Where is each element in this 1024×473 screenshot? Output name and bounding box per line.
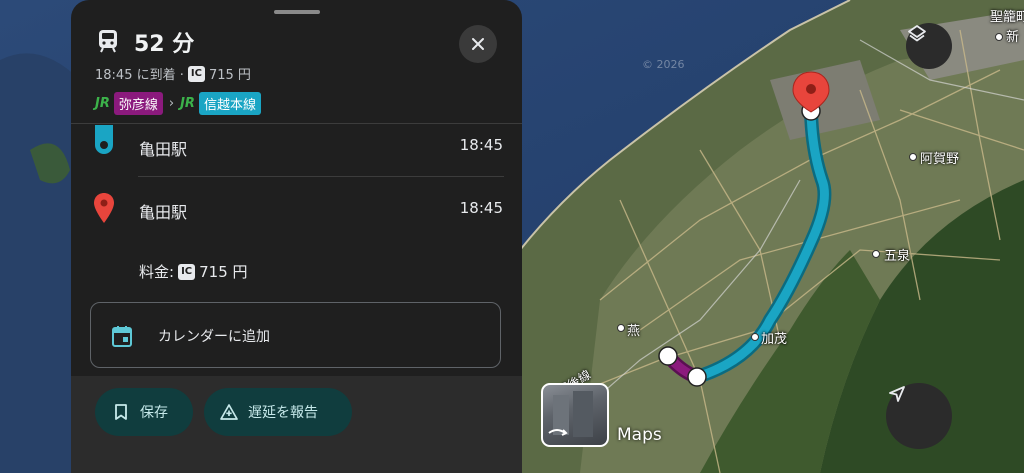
map-city-dot	[872, 250, 880, 258]
layers-icon	[908, 25, 926, 42]
destination-name: 亀田駅	[139, 203, 188, 222]
fare-row: 料金: IC 715 円	[139, 261, 248, 282]
arrival-text: 18:45 に到着 ·	[95, 68, 184, 83]
fare-label: 料金:	[139, 263, 175, 281]
save-button[interactable]: 保存	[95, 388, 193, 436]
chevron-right-icon: ›	[168, 96, 175, 111]
line-chip-shinetsu: 信越本線	[198, 92, 261, 115]
map-city-dot	[617, 324, 625, 332]
warning-add-icon	[220, 404, 238, 420]
map-label-seirou: 聖籠町	[990, 10, 1024, 25]
destination-pin-icon	[94, 193, 114, 223]
map-city-dot	[751, 333, 759, 341]
map-city-dot	[909, 153, 917, 161]
station-icon	[95, 125, 113, 154]
directions-panel: 52 分 18:45 に到着 · IC 715 円 JR 弥彦線 › JR 信越…	[71, 0, 522, 473]
rotate-icon	[548, 391, 593, 437]
map-label-kamo: 加茂	[761, 332, 788, 347]
map-label-agano: 阿賀野	[920, 152, 960, 167]
report-delay-button[interactable]: 遅延を報告	[204, 388, 352, 436]
add-to-calendar-button[interactable]: カレンダーに追加	[90, 302, 501, 368]
bookmark-icon	[115, 404, 127, 420]
calendar-icon	[112, 326, 132, 347]
jr-logo-icon: JR	[95, 96, 110, 111]
line-chip-yahiko: 弥彦線	[113, 92, 163, 115]
fare-amount: 715 円	[199, 263, 248, 281]
add-to-calendar-label: カレンダーに追加	[158, 329, 270, 345]
report-delay-label: 遅延を報告	[248, 405, 318, 421]
close-button[interactable]	[459, 25, 497, 63]
navigation-arrow-icon	[889, 386, 905, 402]
map-city-dot	[995, 33, 1003, 41]
trip-duration: 52 分	[134, 32, 195, 57]
stop-name: 亀田駅	[139, 140, 188, 159]
jr-logo-icon: JR	[180, 96, 195, 111]
map-copyright: © 2026	[642, 58, 685, 71]
close-icon	[472, 38, 484, 50]
train-icon	[99, 30, 117, 53]
destination-time: 18:45	[459, 199, 503, 217]
drag-handle[interactable]	[274, 10, 320, 14]
transit-lines: JR 弥彦線 › JR 信越本線	[95, 92, 261, 115]
street-view-thumbnail[interactable]	[541, 383, 609, 447]
summary-fare: 715 円	[208, 68, 251, 83]
stop-time: 18:45	[459, 136, 503, 154]
arrival-summary: 18:45 に到着 · IC 715 円	[95, 64, 251, 83]
stop-divider	[138, 176, 504, 177]
map-label-tsubame: 燕	[627, 324, 641, 339]
map-label-gosen: 五泉	[884, 249, 911, 264]
map-label-shin: 新	[1006, 30, 1020, 45]
navigate-button[interactable]	[886, 383, 952, 449]
layers-button[interactable]	[906, 23, 952, 69]
save-label: 保存	[140, 405, 168, 421]
ic-card-icon: IC	[187, 65, 205, 82]
maps-wordmark: Maps	[617, 425, 662, 445]
header-divider	[71, 123, 522, 124]
ic-card-icon: IC	[178, 263, 196, 280]
